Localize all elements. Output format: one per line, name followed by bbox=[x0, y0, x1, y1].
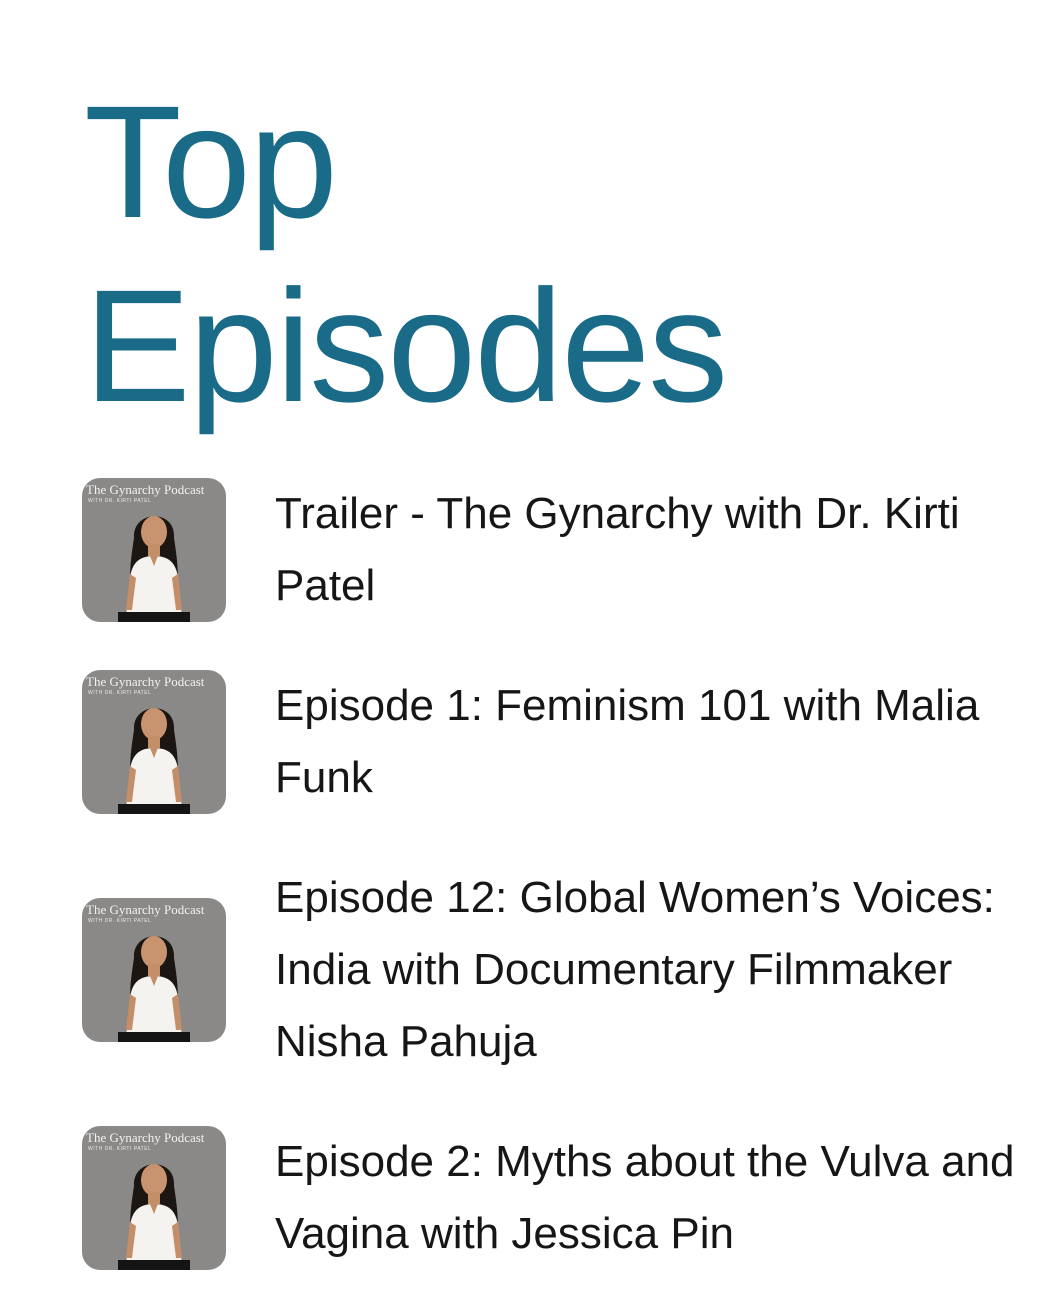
page-title: Top Episodes bbox=[84, 70, 728, 438]
host-name-label: WITH DR. KIRTI PATEL bbox=[88, 918, 152, 924]
podcast-artwork[interactable]: The Gynarchy Podcast WITH DR. KIRTI PATE… bbox=[82, 898, 226, 1042]
host-name-label: WITH DR. KIRTI PATEL bbox=[88, 690, 152, 696]
episode-row[interactable]: The Gynarchy Podcast WITH DR. KIRTI PATE… bbox=[82, 478, 1022, 622]
page-title-line-1: Top bbox=[84, 72, 338, 251]
episode-title[interactable]: Episode 12: Global Women’s Voices: India… bbox=[275, 862, 1015, 1078]
podcast-artwork[interactable]: The Gynarchy Podcast WITH DR. KIRTI PATE… bbox=[82, 1126, 226, 1270]
podcast-name-label: The Gynarchy Podcast bbox=[86, 482, 205, 497]
episode-title[interactable]: Episode 1: Feminism 101 with Malia Funk bbox=[275, 670, 1015, 814]
page-title-line-2: Episodes bbox=[84, 256, 728, 435]
episode-title[interactable]: Episode 2: Myths about the Vulva and Vag… bbox=[275, 1126, 1015, 1270]
host-name-label: WITH DR. KIRTI PATEL bbox=[88, 498, 152, 504]
episode-row[interactable]: The Gynarchy Podcast WITH DR. KIRTI PATE… bbox=[82, 1126, 1022, 1270]
podcast-name-label: The Gynarchy Podcast bbox=[86, 902, 205, 917]
podcast-artwork[interactable]: The Gynarchy Podcast WITH DR. KIRTI PATE… bbox=[82, 670, 226, 814]
host-name-label: WITH DR. KIRTI PATEL bbox=[88, 1146, 152, 1152]
episode-title[interactable]: Trailer - The Gynarchy with Dr. Kirti Pa… bbox=[275, 478, 1015, 622]
podcast-artwork[interactable]: The Gynarchy Podcast WITH DR. KIRTI PATE… bbox=[82, 478, 226, 622]
podcast-name-label: The Gynarchy Podcast bbox=[86, 674, 205, 689]
episode-row[interactable]: The Gynarchy Podcast WITH DR. KIRTI PATE… bbox=[82, 670, 1022, 814]
episode-row[interactable]: The Gynarchy Podcast WITH DR. KIRTI PATE… bbox=[82, 862, 1022, 1078]
podcast-name-label: The Gynarchy Podcast bbox=[86, 1130, 205, 1145]
